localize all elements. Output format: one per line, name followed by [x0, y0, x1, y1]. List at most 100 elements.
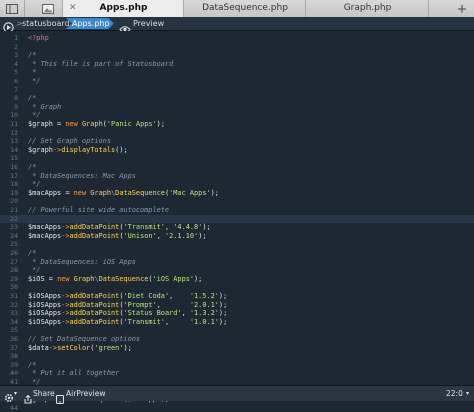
code-line[interactable]: 8 /* — [0, 94, 474, 103]
code-token: addDataPoint — [69, 231, 120, 240]
code-text: $graph = new Graph('Panic Apps'); — [28, 120, 165, 129]
code-line[interactable]: 34 $iOSApps->addDataPoint('Transmit', '1.… — [0, 318, 474, 327]
code-line[interactable]: 33 $iOSApps->addDataPoint('Status Board',… — [0, 309, 474, 318]
share-icon[interactable] — [24, 389, 32, 408]
line-number: 32 — [10, 300, 18, 309]
tab-graph-php[interactable]: Graph.php — [305, 0, 429, 17]
code-line[interactable]: 23 $macApps->addDataPoint('Transmit', '4.… — [0, 223, 474, 232]
code-line[interactable]: 27 * DataSequences: iOS Apps — [0, 258, 474, 267]
sidebar-toggle-icon[interactable] — [2, 0, 22, 17]
airpreview-button[interactable]: AirPreview — [66, 386, 106, 401]
code-line[interactable]: 17 * DataSequences: Mac Apps — [0, 172, 474, 181]
code-line[interactable]: 22 — [0, 214, 474, 224]
line-number: 16 — [10, 163, 18, 171]
code-line[interactable]: 2 — [0, 43, 474, 52]
code-line[interactable]: 18 */ — [0, 180, 474, 189]
code-line[interactable]: 44 — [0, 404, 474, 412]
code-line[interactable]: 12 — [0, 129, 474, 138]
code-line[interactable]: 31 $iOSApps->addDataPoint('Diet Coda', '1… — [0, 292, 474, 301]
code-line[interactable]: 16 /* — [0, 163, 474, 172]
code-line[interactable]: 36 // Set DataSequence options — [0, 335, 474, 344]
code-line[interactable]: 9 * Graph — [0, 103, 474, 112]
code-line[interactable]: 10 */ — [0, 111, 474, 120]
code-line[interactable]: 29 $iOS = new Graph\DataSequence('iOS App… — [0, 275, 474, 284]
code-text: <?php — [28, 34, 49, 43]
line-number: 10 — [10, 111, 18, 120]
code-token: addDataPoint — [69, 292, 120, 300]
code-line[interactable]: 24 $macApps->addDataPoint('Unison', '2.1.… — [0, 232, 474, 241]
code-line[interactable]: 1 <?php — [0, 34, 474, 43]
line-number: 38 — [10, 352, 18, 361]
code-token: addDataPoint — [69, 300, 120, 309]
line-number: 39 — [10, 360, 18, 369]
code-token: ); — [210, 188, 219, 197]
code-token: 'iOS Apps' — [152, 274, 195, 283]
code-line[interactable]: 15 — [0, 154, 474, 163]
line-number: 34 — [10, 317, 18, 326]
code-token: ); — [194, 274, 203, 283]
code-token: $iOSApps — [28, 292, 62, 300]
code-token: -> — [52, 145, 62, 154]
breadcrumb-file[interactable]: Apps.php — [66, 18, 114, 29]
code-token: * This file is part of Statusboard — [28, 59, 174, 68]
code-token: ); — [218, 292, 228, 300]
share-button[interactable]: Share — [33, 386, 55, 401]
line-number: 14 — [10, 145, 18, 154]
code-text: /* — [28, 94, 36, 103]
code-editor[interactable]: 1 <?php 2 3/* 4 * This file is part of Statu… — [0, 31, 474, 412]
code-line[interactable]: 25 — [0, 240, 474, 249]
code-line[interactable]: 30 — [0, 283, 474, 292]
code-line[interactable]: 11 $graph = new Graph('Panic Apps'); — [0, 120, 474, 129]
code-token: * Graph — [28, 102, 62, 111]
code-line[interactable]: 14 $graph->displayTotals(); — [0, 146, 474, 155]
line-number: 12 — [10, 128, 18, 137]
code-line[interactable]: 6 */ — [0, 77, 474, 86]
breadcrumb-folder[interactable]: statusboard — [22, 17, 70, 30]
tab-bar: ✕ Apps.php DataSequence.php Graph.php — [0, 0, 474, 18]
code-line[interactable]: 5 * — [0, 68, 474, 77]
line-number: 29 — [10, 274, 18, 283]
preview-button[interactable]: Preview — [133, 17, 164, 30]
code-line[interactable]: 28 */ — [0, 266, 474, 275]
tab-apps-php[interactable]: ✕ Apps.php — [62, 0, 184, 17]
code-token: $macApps — [28, 188, 62, 197]
code-line[interactable]: 26 /* — [0, 249, 474, 258]
code-line[interactable]: 19 $macApps = new Graph\DataSequence('Mac… — [0, 189, 474, 198]
code-line[interactable]: 38 — [0, 352, 474, 361]
code-token: ); — [218, 309, 228, 318]
tab-label: DataSequence.php — [202, 3, 288, 13]
code-token: $iOS — [28, 274, 45, 283]
code-line[interactable]: 40 * Put it all together — [0, 369, 474, 378]
gear-icon[interactable] — [4, 388, 14, 407]
close-icon[interactable]: ✕ — [69, 0, 77, 17]
code-line[interactable]: 7 — [0, 86, 474, 95]
code-text: $macApps = new Graph\DataSequence('Mac A… — [28, 189, 219, 198]
code-line[interactable]: 35 — [0, 326, 474, 335]
code-token: '1.5.2' — [189, 292, 219, 300]
code-token: = — [44, 274, 58, 283]
tab-datasequence-php[interactable]: DataSequence.php — [183, 0, 306, 17]
code-token: ); — [202, 223, 211, 232]
code-line[interactable]: 39 /* — [0, 361, 474, 370]
line-number: 15 — [10, 154, 18, 163]
image-icon[interactable] — [38, 0, 58, 17]
code-text: $iOSApps->addDataPoint('Status Board', '… — [28, 309, 227, 318]
code-line[interactable]: 4 * This file is part of Statusboard — [0, 60, 474, 69]
code-token: ); — [123, 343, 132, 352]
code-text: */ — [28, 111, 40, 120]
line-number: 24 — [10, 231, 18, 240]
code-line[interactable]: 3 /* — [0, 51, 474, 60]
code-token: Graph — [73, 274, 95, 283]
code-line[interactable]: 21 // Powerful site wide autocomplete — [0, 206, 474, 215]
code-token: /* — [28, 360, 37, 369]
line-number: 22 — [10, 214, 18, 223]
airpreview-icon[interactable] — [56, 389, 64, 408]
line-number: 27 — [10, 257, 18, 266]
code-line[interactable]: 37 $data->setColor('green'); — [0, 344, 474, 353]
code-line[interactable]: 13 // Set Graph options — [0, 137, 474, 146]
code-token: /* — [28, 163, 37, 171]
add-tab-icon[interactable] — [452, 0, 472, 17]
code-line[interactable]: 20 — [0, 197, 474, 206]
code-text: */ — [28, 180, 40, 189]
code-line[interactable]: 32 $iOSApps->addDataPoint('Prompt', '2.0.… — [0, 301, 474, 310]
